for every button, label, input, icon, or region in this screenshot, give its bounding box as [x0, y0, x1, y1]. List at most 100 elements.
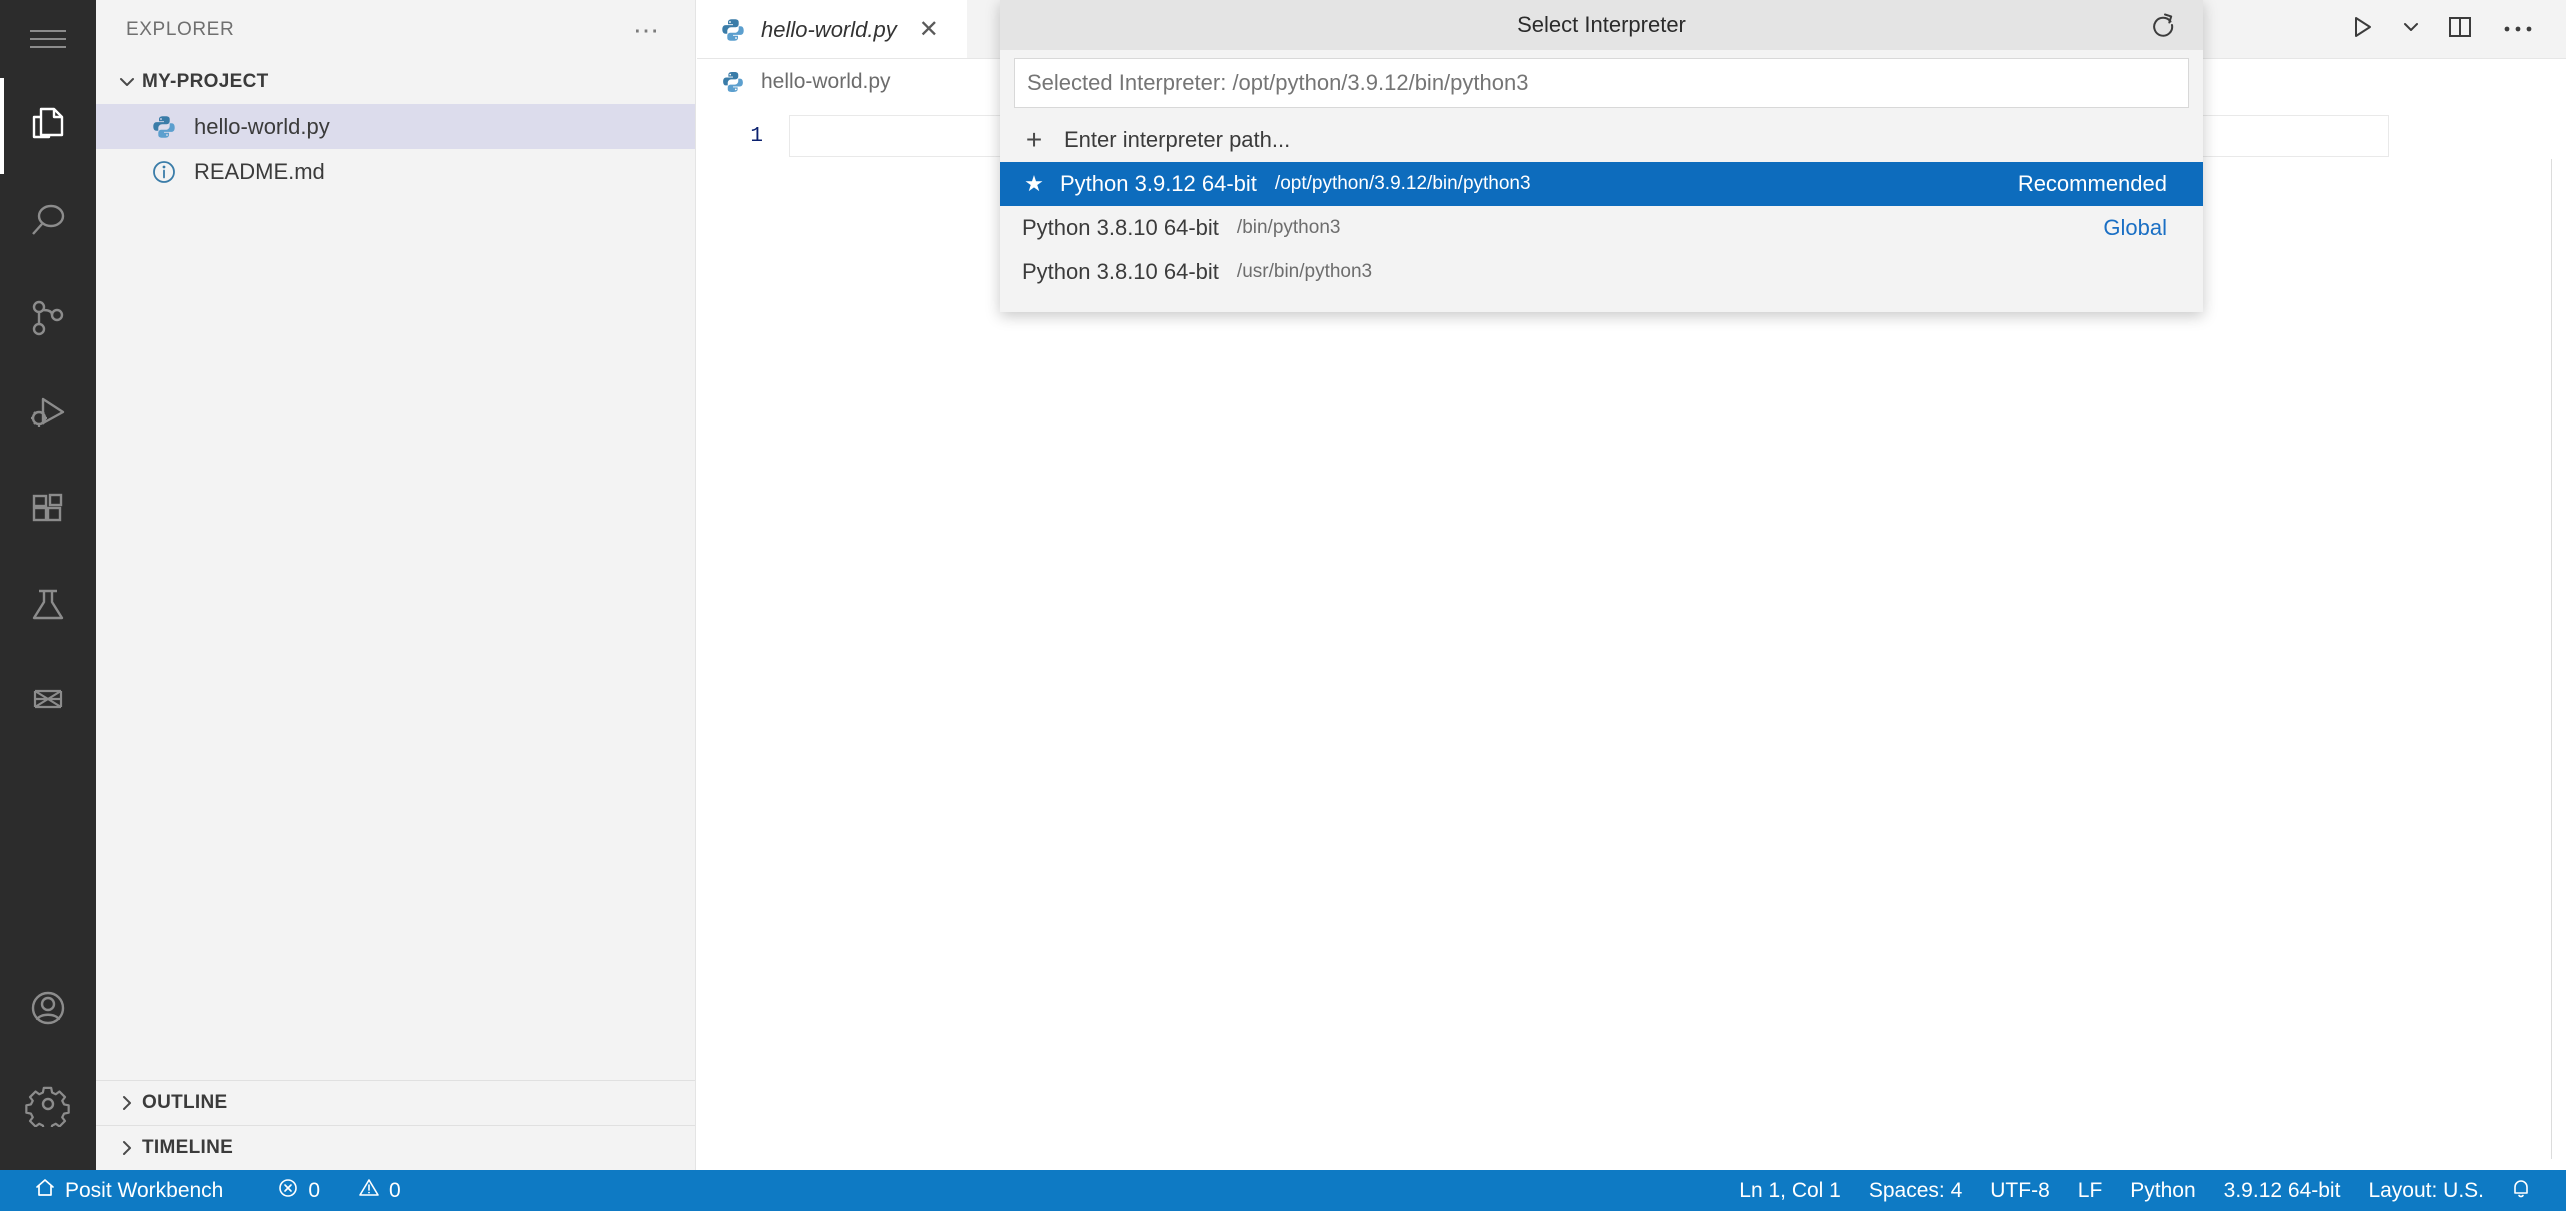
tab-hello-world-py[interactable]: hello-world.py ✕	[697, 0, 967, 59]
minimap-divider	[2551, 159, 2552, 1159]
editor-actions	[2336, 0, 2566, 59]
close-icon[interactable]: ✕	[919, 17, 939, 42]
explorer-header: EXPLORER ⋯	[96, 0, 695, 60]
sidebar-item-source-control[interactable]	[0, 270, 96, 366]
activity-bar-bottom-group	[0, 960, 96, 1170]
plus-icon: +	[1025, 124, 1043, 155]
source-control-icon	[25, 295, 71, 341]
run-python-file-button[interactable]	[2336, 4, 2388, 56]
home-icon	[34, 1177, 56, 1205]
python-file-icon	[150, 113, 178, 141]
refresh-icon[interactable]	[2145, 7, 2181, 43]
status-errors-count: 0	[308, 1178, 321, 1202]
status-editor-eol[interactable]: LF	[2064, 1170, 2117, 1211]
sidebar-item-extensions[interactable]	[0, 462, 96, 558]
folder-row-my-project[interactable]: MY-PROJECT	[96, 60, 695, 104]
accounts-button[interactable]	[0, 960, 96, 1056]
play-run-icon	[2349, 14, 2375, 45]
quickpick-input-wrap	[1000, 50, 2203, 118]
status-badge: Recommended	[2017, 171, 2167, 196]
search-icon	[25, 199, 71, 245]
sidebar-item-search[interactable]	[0, 174, 96, 270]
ellipsis-icon	[2503, 21, 2533, 39]
status-warnings[interactable]: 0	[344, 1170, 415, 1211]
hamburger-menu-icon[interactable]	[0, 0, 96, 78]
manage-settings-button[interactable]	[0, 1056, 96, 1152]
enter-interpreter-path-label: Enter interpreter path...	[1064, 127, 1291, 152]
list-item-label: README.md	[194, 158, 325, 184]
sidebar-item-testing[interactable]	[0, 558, 96, 654]
panel-outline[interactable]: OUTLINE	[96, 1080, 695, 1125]
interpreter-option-python-3-9-12[interactable]: ★ Python 3.9.12 64-bit /opt/python/3.9.1…	[1000, 162, 2203, 206]
split-editor-button[interactable]	[2434, 4, 2486, 56]
explorer-more-actions-icon[interactable]: ⋯	[627, 16, 667, 44]
chevron-right-icon	[112, 1137, 142, 1159]
status-editor-indentation[interactable]: Spaces: 4	[1855, 1170, 1976, 1211]
panel-timeline[interactable]: TIMELINE	[96, 1125, 695, 1170]
breadcrumb-label: hello-world.py	[761, 70, 891, 93]
run-options-dropdown-button[interactable]	[2394, 4, 2428, 56]
star-icon: ★	[1024, 171, 1044, 196]
interpreter-option-python-3-8-10-usr-bin[interactable]: Python 3.8.10 64-bit /usr/bin/python3	[1000, 250, 2203, 294]
line-number: 1	[750, 124, 763, 148]
status-keyboard-layout[interactable]: Layout: U.S.	[2354, 1170, 2498, 1211]
interpreter-label: Python 3.8.10 64-bit	[1022, 259, 1219, 284]
page-title: EXPLORER	[126, 19, 235, 40]
explorer-sidebar: EXPLORER ⋯ MY-PROJECT hello-world.py REA…	[96, 0, 696, 1170]
quickpick-header: Select Interpreter	[1000, 0, 2203, 50]
activity-bar-top-group	[0, 0, 96, 750]
sidebar-item-explorer[interactable]	[0, 78, 96, 174]
status-warnings-count: 0	[389, 1178, 401, 1202]
warning-triangle-icon	[358, 1177, 380, 1205]
status-python-interpreter[interactable]: 3.9.12 64-bit	[2210, 1170, 2355, 1211]
select-interpreter-quickpick: Select Interpreter + Enter interpreter p…	[1000, 0, 2203, 312]
explorer-bottom-panels: OUTLINE TIMELINE	[96, 1080, 695, 1170]
status-editor-encoding[interactable]: UTF-8	[1976, 1170, 2064, 1211]
python-file-icon	[719, 16, 747, 44]
status-badge: Global	[2103, 215, 2167, 240]
status-bar-left: Posit Workbench 0 0	[0, 1170, 415, 1211]
status-errors[interactable]: 0	[263, 1170, 334, 1211]
list-item-label: hello-world.py	[194, 113, 330, 139]
interpreter-path: /opt/python/3.9.12/bin/python3	[1274, 173, 1531, 194]
chevron-down-icon	[112, 71, 142, 93]
sidebar-item-connections[interactable]	[0, 654, 96, 750]
error-circle-icon	[277, 1177, 299, 1205]
interpreter-option-python-3-8-10-bin[interactable]: Python 3.8.10 64-bit /bin/python3 Global	[1000, 206, 2203, 250]
search-input[interactable]	[1014, 58, 2189, 108]
status-editor-position[interactable]: Ln 1, Col 1	[1725, 1170, 1855, 1211]
activity-bar	[0, 0, 96, 1170]
interpreter-path: /usr/bin/python3	[1236, 261, 1373, 282]
run-and-debug-icon	[25, 391, 71, 437]
files-explorer-icon	[25, 103, 71, 149]
python-file-icon	[719, 68, 747, 96]
markdown-info-icon	[150, 158, 178, 186]
status-remote-label: Posit Workbench	[65, 1178, 224, 1202]
enter-interpreter-path-item[interactable]: + Enter interpreter path...	[1000, 118, 2203, 162]
status-notifications[interactable]	[2498, 1170, 2544, 1211]
status-problems[interactable]: 0 0	[263, 1170, 414, 1211]
chevron-down-icon	[2400, 16, 2422, 43]
panel-label: TIMELINE	[142, 1137, 234, 1158]
interpreter-label: Python 3.9.12 64-bit	[1060, 171, 1257, 196]
interpreter-path: /bin/python3	[1236, 217, 1341, 238]
extensions-icon	[25, 487, 71, 533]
status-editor-language[interactable]: Python	[2116, 1170, 2209, 1211]
more-editor-actions-button[interactable]	[2492, 4, 2544, 56]
split-editor-icon	[2446, 13, 2474, 46]
sidebar-item-run-and-debug[interactable]	[0, 366, 96, 462]
status-remote-host[interactable]: Posit Workbench	[20, 1170, 237, 1211]
quickpick-list: + Enter interpreter path... ★ Python 3.9…	[1000, 118, 2203, 312]
list-item-hello-world-py[interactable]: hello-world.py	[96, 104, 695, 149]
bowtie-connections-icon	[25, 679, 71, 725]
status-bar-right: Ln 1, Col 1 Spaces: 4 UTF-8 LF Python 3.…	[1725, 1170, 2566, 1211]
folder-name: MY-PROJECT	[142, 71, 269, 92]
tab-label: hello-world.py	[761, 16, 897, 42]
bell-icon	[2510, 1176, 2532, 1206]
list-item-readme-md[interactable]: README.md	[96, 149, 695, 194]
panel-label: OUTLINE	[142, 1092, 228, 1113]
gear-settings-icon	[25, 1081, 71, 1127]
chevron-right-icon	[112, 1092, 142, 1114]
interpreter-label: Python 3.8.10 64-bit	[1022, 215, 1219, 240]
quickpick-title: Select Interpreter	[1517, 12, 1686, 37]
